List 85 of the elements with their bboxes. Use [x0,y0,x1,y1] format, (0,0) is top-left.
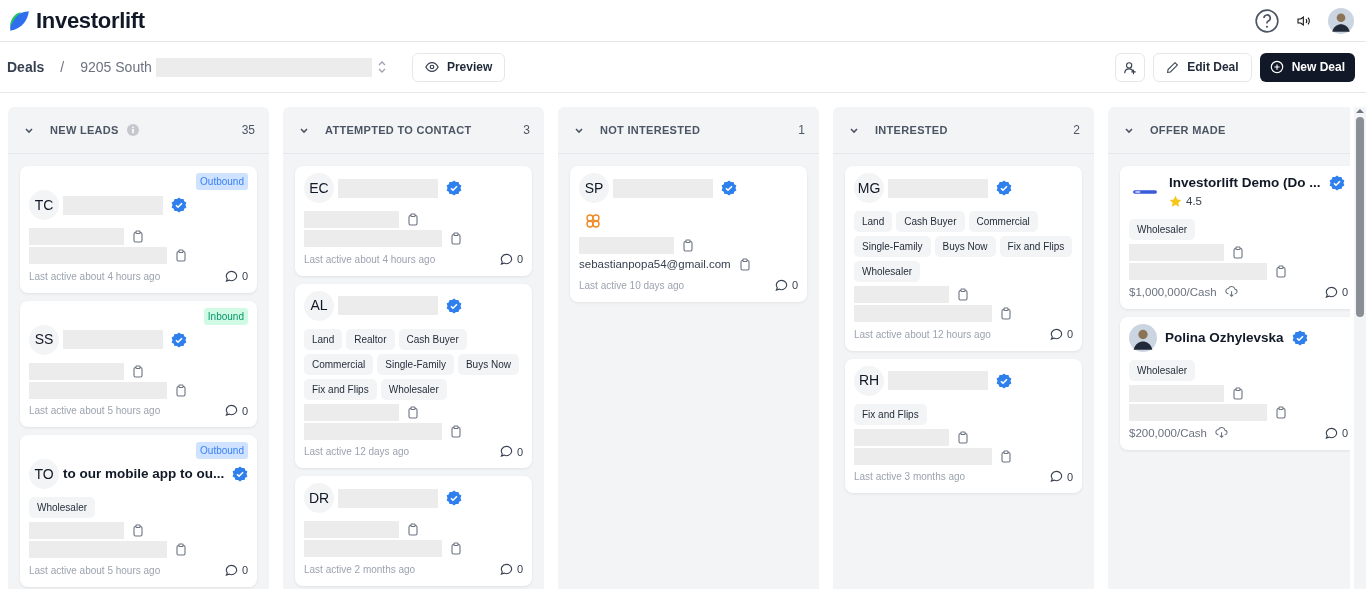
avatar-initials: AL [304,290,334,321]
tag-chip: Single-Family [854,236,931,257]
offer-price: $1,000,000/Cash [1129,284,1217,300]
comment-count: 0 [516,444,523,460]
last-active-text: Last active about 12 hours ago [854,327,991,342]
tag-chip: Wholesaler [1129,359,1196,381]
deal-card[interactable]: EC Last active about 4 hours ago 0 [295,166,532,276]
source-tag: Inbound [203,307,248,325]
last-active-text: Last active about 4 hours ago [29,269,161,284]
tag-chip: Wholesaler [854,261,921,282]
deal-card[interactable]: MG Land Cash Buyer Commercial Single-Family Buys Now Fix and Flips Wholesaler Last active about 12 hours ago 0 [845,166,1082,351]
comment-count: 0 [241,403,248,419]
deal-title: 9205 South [80,57,152,77]
avatar-initials: SS [29,324,59,355]
tag-chip: Realtor [346,328,395,350]
comment-count: 0 [241,563,248,578]
last-active-text: Last active 12 days ago [304,445,410,460]
last-active-text: Last active 3 months ago [854,470,966,485]
avatar-initials: TO [29,459,59,489]
contact-name: Investorlift Demo (Do ... [1169,174,1321,192]
new-deal-button[interactable]: New Deal [1259,52,1355,82]
last-active-text: Last active about 5 hours ago [29,563,161,578]
breadcrumb-separator: / [60,57,65,77]
brand-name: Investorlift [36,7,145,35]
deal-card[interactable]: AL Land Realtor Cash Buyer Commercial Single-Family Buys Now Fix and Flips Wholesaler Last active 12 days ago 0 [295,283,532,468]
deal-card[interactable]: SP sebastianpopa54@gmail.com Last active 10 days ago 0 [570,166,807,302]
tag-chip: Wholesaler [1129,218,1196,240]
column-count: 35 [241,122,255,139]
avatar-initials: MG [854,173,884,203]
tag-chip: Buys Now [934,236,996,257]
column-title: NEW LEADS [50,122,119,138]
tag-chip: Wholesaler [380,378,447,400]
column-count: 2 [1073,122,1080,139]
source-tag: Outbound [196,442,248,459]
column-title: ATTEMPTED TO CONTACT [325,122,472,138]
tag-chip: Fix and Flips [304,378,377,400]
avatar-initials: TC [29,190,59,220]
comment-count: 0 [1341,426,1348,442]
tag-chip: Land [854,211,893,232]
tag-chip: Fix and Flips [854,403,927,425]
comment-count: 0 [1066,469,1073,485]
last-active-text: Last active 10 days ago [579,279,685,293]
deal-card[interactable]: Outbound TO to our mobile app to ou... Wholesaler Last active about 5 hours ago 0 [20,435,257,587]
source-tag: Outbound [196,173,248,190]
avatar-initials: DR [304,483,334,513]
contact-name: to our mobile app to ou... [63,464,225,483]
deal-card[interactable]: Investorlift Demo (Do ... 4.5 Wholesaler $1,000,000/Cash 0 [1120,166,1350,309]
tag-chip: Wholesaler [29,497,96,518]
rating-value: 4.5 [1186,194,1202,210]
comment-count: 0 [516,562,523,577]
column-count: 1 [798,122,805,139]
tag-chip: Commercial [304,353,374,375]
preview-button[interactable]: Preview [411,52,506,82]
contact-name: Polina Ozhylevska [1165,328,1284,347]
column-count: 3 [523,122,530,139]
column-title: OFFER MADE [1150,122,1226,138]
deal-card[interactable]: RH Fix and Flips Last active 3 months ago 0 [845,358,1082,493]
tag-chip: Single-Family [377,353,454,375]
breadcrumb-link[interactable]: Deals [7,56,45,78]
deal-card[interactable]: Outbound TC Last active about 4 hours ago 0 [20,166,257,293]
deal-card[interactable]: Polina Ozhylevska Wholesaler $200,000/Cash 0 [1120,316,1350,450]
tag-chip: Buys Now [457,353,519,375]
last-active-text: Last active 2 months ago [304,562,416,577]
offer-price: $200,000/Cash [1129,425,1207,441]
tag-chip: Commercial [968,211,1038,232]
column-title: NOT INTERESTED [600,122,701,138]
comment-count: 0 [1341,284,1348,300]
comment-count: 0 [791,278,798,294]
tag-chip: Cash Buyer [398,328,467,350]
comment-count: 0 [516,252,523,267]
avatar-initials: RH [854,365,884,396]
tag-chip: Cash Buyer [896,211,965,232]
avatar-initials: EC [304,173,334,203]
last-active-text: Last active about 5 hours ago [29,404,161,419]
contact-email: sebastianpopa54@gmail.com [579,257,731,272]
tag-chip: Land [304,328,343,350]
comment-count: 0 [241,269,248,284]
avatar-initials: SP [579,173,609,203]
deal-card[interactable]: Inbound SS Last active about 5 hours ago 0 [20,300,257,427]
tag-chip: Fix and Flips [999,236,1073,257]
last-active-text: Last active about 4 hours ago [304,252,436,267]
deal-card[interactable]: DR Last active 2 months ago 0 [295,476,532,586]
edit-deal-button[interactable]: Edit Deal [1153,52,1252,82]
column-title: INTERESTED [875,122,948,138]
comment-count: 0 [1066,327,1073,342]
